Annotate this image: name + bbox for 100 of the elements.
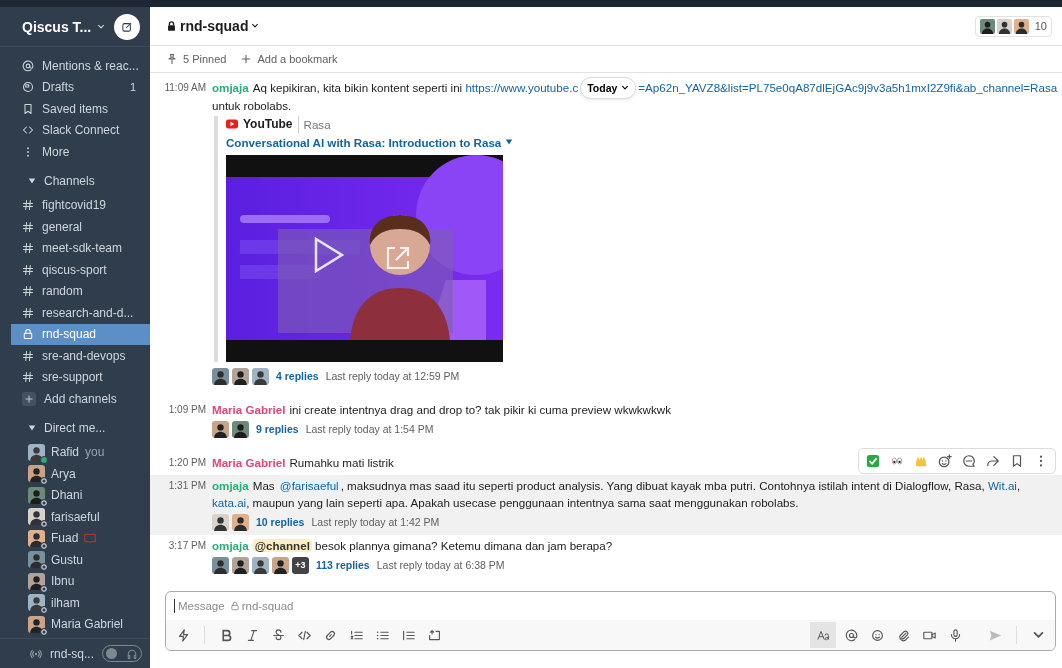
broadcast-icon — [30, 647, 42, 660]
dm-name: Ibnu — [51, 574, 75, 589]
channel-item[interactable]: qiscus-sport — [11, 259, 150, 281]
replies-link[interactable]: 9 replies — [256, 420, 299, 438]
message-time[interactable]: 1:09 PM — [162, 400, 212, 438]
dm-name: farisaeful — [51, 509, 100, 524]
channel-mention[interactable]: @channel — [252, 538, 312, 552]
message-time[interactable]: 11:09 AM — [162, 79, 212, 385]
avatar — [212, 513, 229, 531]
avatar — [28, 615, 45, 633]
bookmark-icon — [22, 102, 34, 115]
hash-icon — [22, 349, 34, 362]
dm-item[interactable]: Ibnu — [11, 570, 150, 592]
sidebar-item[interactable]: Drafts 1 — [11, 76, 150, 98]
code-icon — [297, 628, 311, 642]
more-avatars-badge: +3 — [292, 556, 309, 574]
message-link[interactable]: Wit.ai — [987, 478, 1017, 492]
dm-item[interactable]: Arya — [11, 463, 150, 485]
bold-icon — [219, 628, 233, 642]
add-bookmark-button[interactable]: Add a bookmark — [240, 53, 338, 65]
video-logo-icon — [226, 118, 238, 131]
bookmark-icon[interactable] — [1010, 453, 1024, 468]
add-reaction-icon[interactable] — [938, 453, 952, 468]
author-name[interactable]: Maria Gabriel — [212, 455, 286, 469]
message-text: Aq kepikiran, kita bikin kontent seperti ini — [252, 81, 464, 94]
message-time[interactable]: 3:17 PM — [162, 536, 212, 574]
lightning-icon — [176, 628, 190, 642]
chevron-down-icon — [621, 83, 630, 92]
last-reply-time: Last reply today at 1:42 PM — [311, 514, 440, 530]
dm-name: Fuad — [51, 531, 79, 546]
channel-item[interactable]: fightcovid19 — [11, 194, 150, 216]
placeholder-channel: rnd-squad — [241, 600, 294, 612]
preview-title[interactable]: Conversational AI with Rasa: Introduction to Rasa — [226, 133, 1060, 151]
message-time[interactable]: 1:31 PM — [162, 476, 212, 531]
channel-item[interactable]: random — [11, 280, 150, 302]
message-time[interactable]: 1:20 PM — [162, 453, 212, 471]
message-link[interactable]: https://www.youtube.c — [465, 81, 579, 94]
dm-section-header[interactable]: Direct me... — [0, 416, 150, 439]
member-count: 10 — [1034, 20, 1047, 32]
compose-button[interactable] — [114, 13, 140, 40]
avatar — [232, 367, 249, 385]
add-channels-item[interactable]: Add channels — [11, 388, 150, 410]
avatar — [28, 551, 45, 569]
message-field[interactable]: Message rnd-squad — [166, 592, 1055, 620]
dm-item[interactable]: Dhani — [11, 484, 150, 506]
message-link[interactable]: =Ap62n_YAVZ8&list=PL75e0qA87dlEjGAc9j9v3a5h1mxI2Z9fi&ab_channel=Rasa — [638, 81, 1058, 94]
sidebar-item[interactable]: More — [11, 141, 150, 163]
sidebar-item[interactable]: Mentions & reac... — [11, 55, 150, 77]
reply-in-thread-icon[interactable] — [962, 453, 976, 468]
date-divider-button[interactable]: Today — [580, 76, 637, 99]
message-text: Maria Gabriel ini create intentnya drag and drop to? tak pikir ki cuma preview wkwkwkwk — [212, 401, 671, 418]
preview-source: YouTube — [243, 115, 293, 133]
dm-item[interactable]: ilham — [11, 592, 150, 614]
dm-item[interactable]: farisaeful — [11, 506, 150, 528]
user-mention[interactable]: @farisaeful — [277, 478, 341, 492]
hash-icon — [22, 371, 34, 384]
avatar — [28, 594, 45, 612]
dm-name: Rafid — [51, 445, 79, 460]
caret-icon — [28, 423, 36, 432]
dm-item[interactable]: Maria Gabriel — [11, 613, 150, 635]
hash-icon — [22, 242, 34, 255]
channel-item[interactable]: sre-support — [11, 366, 150, 388]
headphones-icon — [126, 647, 138, 660]
avatar — [272, 556, 289, 574]
share-icon[interactable] — [986, 453, 1000, 468]
strikethrough-icon — [271, 628, 285, 642]
channel-title[interactable]: rnd-squad — [166, 18, 260, 34]
workspace-name[interactable]: Qiscus T... — [22, 18, 92, 35]
connect-icon — [22, 124, 34, 137]
message-text: omjaja Mas @farisaeful , maksudnya mas saad itu seperti product analysis. Yang dibuat kayak mba putri. Contohnya istilah intent di Dialogflow, Rasa, Wit.ai, kata.ai, maupun yang lain seperti apa. Apakah usecase penggunaan intentnya sama saat menggunakan robolabs. — [212, 477, 1022, 511]
dm-item[interactable]: Fuad — [11, 527, 150, 549]
lock-icon — [166, 20, 177, 32]
channel-item[interactable]: general — [11, 216, 150, 238]
dm-item[interactable]: Rafid you — [11, 441, 150, 463]
pinned-button[interactable]: 5 Pinned — [166, 53, 227, 65]
sidebar-item[interactable]: Slack Connect — [11, 119, 150, 141]
check-reaction-icon[interactable] — [866, 453, 880, 468]
author-name[interactable]: Maria Gabriel — [212, 402, 286, 416]
dm-item[interactable]: Gustu — [11, 549, 150, 571]
channel-item[interactable]: research-and-d... — [11, 302, 150, 324]
plus-icon — [240, 53, 253, 65]
avatar — [28, 572, 45, 590]
channel-item[interactable]: meet-sdk-team — [11, 237, 150, 259]
compose-icon — [121, 20, 133, 33]
formatting-toggle-button[interactable] — [810, 622, 836, 648]
sidebar-item[interactable]: Saved items — [11, 98, 150, 120]
avatar — [28, 486, 45, 504]
chevron-down-icon[interactable] — [97, 22, 106, 31]
message-text: Maria Gabriel Rumahku mati listrik — [212, 454, 394, 471]
huddle-channel[interactable]: rnd-sq... — [50, 646, 94, 661]
replies-link[interactable]: 10 replies — [256, 513, 305, 531]
members-button[interactable]: 10 — [974, 15, 1052, 37]
channels-section-header[interactable]: Channels — [0, 169, 150, 192]
replies-link[interactable]: 113 replies — [316, 556, 370, 574]
replies-link[interactable]: 4 replies — [276, 367, 319, 385]
channel-item[interactable]: sre-and-devops — [11, 345, 150, 367]
text-format-icon — [815, 628, 831, 642]
avatar — [212, 420, 229, 438]
lock-icon — [229, 600, 240, 612]
message-text: omjaja @channel besok plannya gimana? Ketemu dimana dan jam berapa? — [212, 537, 613, 554]
